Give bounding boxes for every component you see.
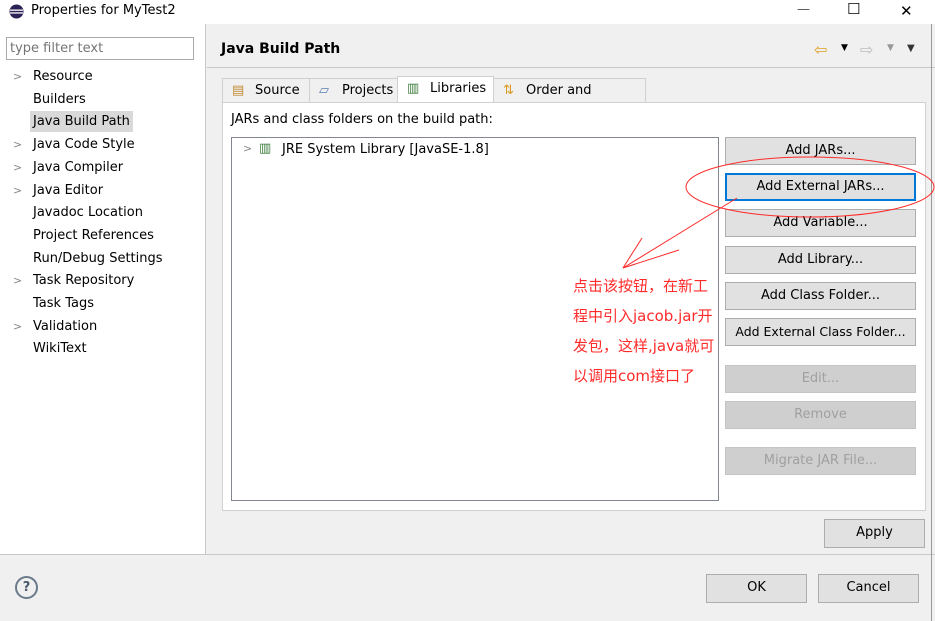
annotation-text: 以调用com接口了 — [573, 367, 696, 385]
annotation-overlay — [622, 156, 935, 269]
annotation-arrowhead — [622, 237, 643, 269]
annotation-arrowhead — [622, 249, 680, 269]
annotation-ellipse — [685, 156, 935, 218]
annotation-arrow — [622, 197, 738, 269]
annotation-text: 发包，这样,java就可 — [573, 337, 715, 355]
annotation-text: 点击该按钮，在新工 — [573, 277, 709, 295]
annotation-text: 程中引入jacob.jar开 — [573, 307, 713, 325]
